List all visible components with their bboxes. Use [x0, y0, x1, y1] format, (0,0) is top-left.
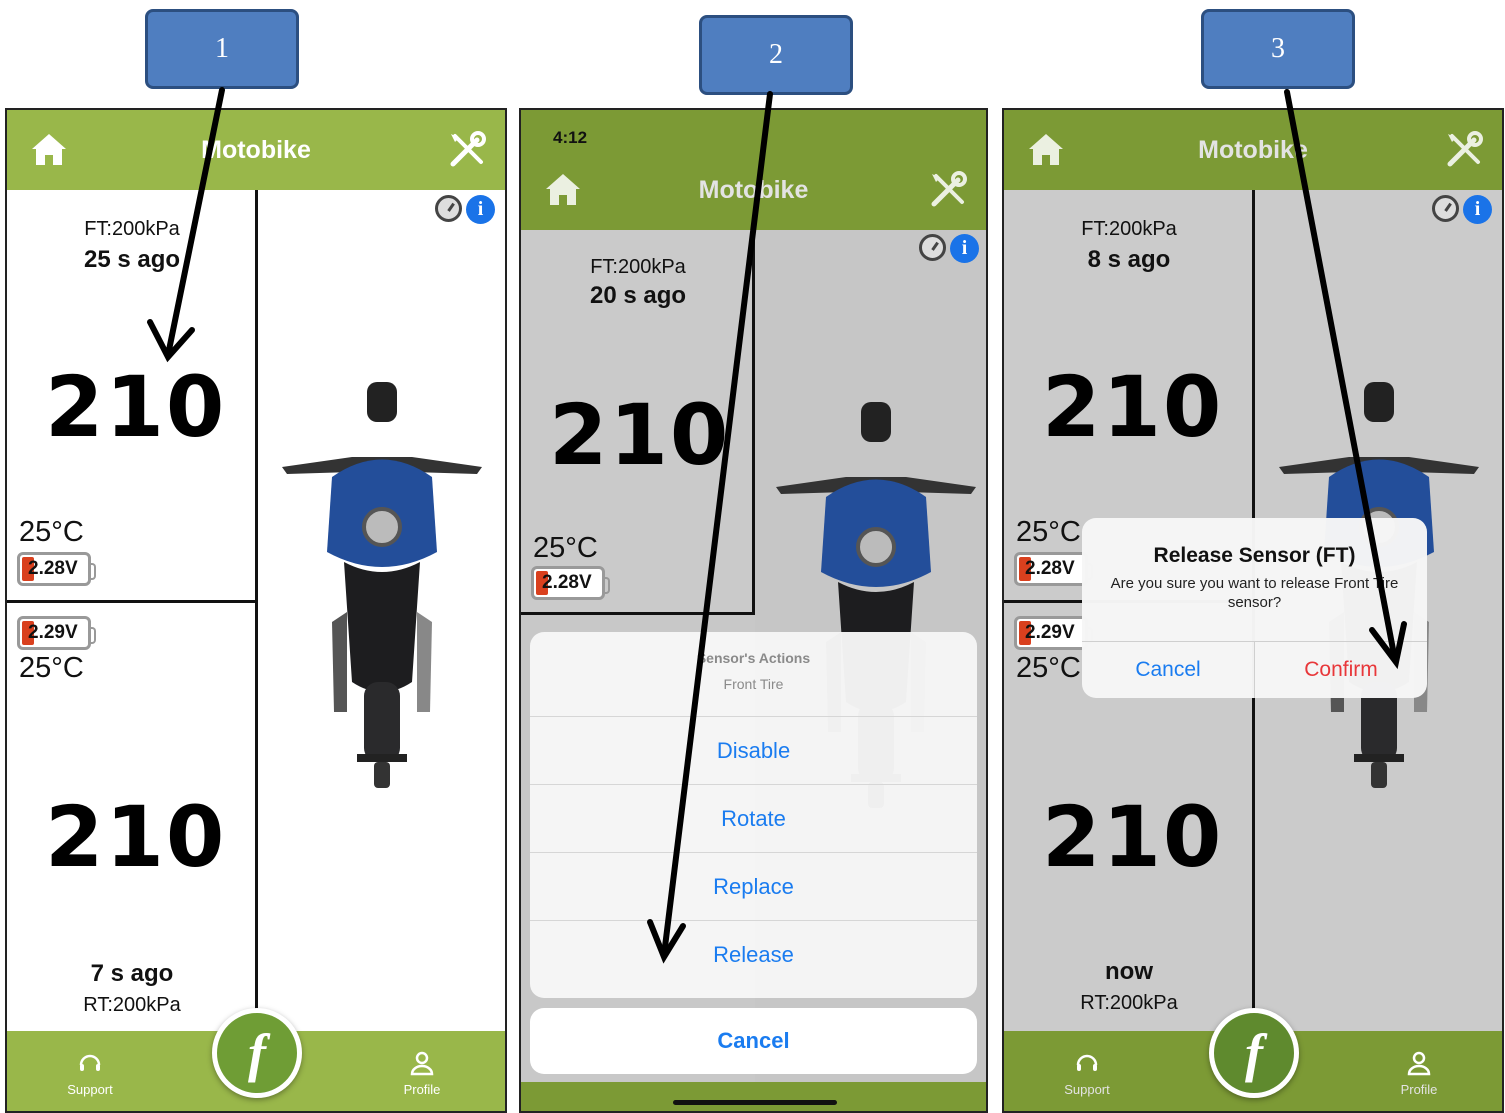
support-tab[interactable]: Support: [45, 1050, 135, 1097]
gauge-icon[interactable]: [919, 234, 946, 261]
rear-pressure-value: 210: [1042, 788, 1224, 886]
person-icon: [1406, 1050, 1432, 1076]
rear-voltage: 2.29V: [28, 622, 78, 643]
step-number: 1: [215, 33, 229, 64]
front-last-seen: 20 s ago: [589, 282, 687, 309]
gauge-icon[interactable]: [1432, 195, 1459, 222]
gauge-icon[interactable]: [435, 195, 462, 222]
step-3-box: 3: [1201, 9, 1355, 89]
top-bar: Motobike: [521, 150, 986, 230]
front-battery: 2.28V: [17, 552, 96, 586]
step-2-box: 2: [699, 15, 853, 95]
sheet-message: Front Tire: [723, 676, 784, 692]
alert-title: Release Sensor (FT): [1153, 544, 1356, 567]
disable-button[interactable]: Disable: [530, 716, 977, 784]
headset-icon: [1074, 1050, 1100, 1076]
rotate-button[interactable]: Rotate: [530, 784, 977, 852]
header-icons: i: [435, 195, 495, 224]
front-temperature: 25°C: [1016, 516, 1081, 548]
front-voltage: 2.28V: [1025, 558, 1075, 579]
home-icon[interactable]: [543, 170, 583, 210]
action-sheet: Sensor's Actions Front Tire Disable Rota…: [530, 632, 977, 998]
front-voltage: 2.28V: [28, 558, 78, 579]
app-title: Motobike: [1198, 135, 1308, 164]
rear-last-seen: now: [1105, 958, 1153, 985]
clock-time: 4:12: [553, 128, 588, 147]
headset-icon: [77, 1050, 103, 1076]
step-number: 3: [1271, 33, 1285, 64]
status-bar: 4:12: [521, 110, 986, 150]
top-bar: Motobike: [7, 110, 505, 190]
home-icon[interactable]: [29, 130, 69, 170]
front-last-seen: 25 s ago: [83, 246, 181, 273]
rear-battery: 2.29V: [17, 616, 96, 650]
front-sensor-label: FT:200kPa: [1081, 218, 1177, 240]
header-icons: i: [919, 234, 979, 263]
front-pressure-value: 210: [45, 358, 227, 456]
rear-pressure-value: 210: [45, 788, 227, 886]
support-label: Support: [1064, 1082, 1110, 1097]
top-bar: Motobike: [1004, 110, 1502, 190]
fab-logo-button[interactable]: f: [212, 1008, 302, 1098]
person-icon: [409, 1050, 435, 1076]
info-icon[interactable]: i: [466, 195, 495, 224]
release-button[interactable]: Release: [530, 920, 977, 988]
front-voltage: 2.28V: [542, 572, 592, 593]
rear-battery: 2.29V: [1014, 616, 1093, 650]
rear-last-seen: 7 s ago: [90, 960, 174, 987]
profile-label: Profile: [403, 1082, 441, 1097]
sheet-cancel-button[interactable]: Cancel: [530, 1008, 977, 1074]
tools-icon[interactable]: [928, 170, 968, 210]
bottom-bar: [521, 1082, 986, 1111]
rear-sensor-label: RT:200kPa: [83, 994, 181, 1016]
profile-tab[interactable]: Profile: [1374, 1050, 1464, 1097]
alert-confirm-button[interactable]: Confirm: [1255, 642, 1427, 698]
rear-temperature: 25°C: [19, 652, 84, 684]
alert-cancel-button[interactable]: Cancel: [1082, 642, 1255, 698]
front-sensor-label: FT:200kPa: [590, 256, 686, 278]
replace-button[interactable]: Replace: [530, 852, 977, 920]
alert-message: Are you sure you want to release Front T…: [1110, 575, 1399, 611]
front-pressure-value: 210: [1042, 358, 1224, 456]
rear-temperature: 25°C: [1016, 652, 1081, 684]
profile-label: Profile: [1400, 1082, 1438, 1097]
support-tab[interactable]: Support: [1042, 1050, 1132, 1097]
front-temperature: 25°C: [533, 532, 598, 564]
home-indicator: [673, 1100, 837, 1105]
release-confirm-alert: Release Sensor (FT) Are you sure you wan…: [1082, 518, 1427, 698]
tools-icon[interactable]: [1444, 130, 1484, 170]
home-icon[interactable]: [1026, 130, 1066, 170]
info-icon[interactable]: i: [1463, 195, 1492, 224]
phone-screen-2: 4:12 Motobike i FT:200kPa 20 s ago 210 2…: [519, 108, 988, 1113]
motorcycle-image: [272, 382, 492, 792]
phone-screen-1: Motobike i FT:200kPa 25 s ago 210 25°C 2…: [5, 108, 507, 1113]
sheet-title: Sensor's Actions: [696, 650, 811, 666]
fab-logo-button[interactable]: f: [1209, 1008, 1299, 1098]
rear-sensor-label: RT:200kPa: [1080, 992, 1178, 1014]
front-temperature: 25°C: [19, 516, 84, 548]
tools-icon[interactable]: [447, 130, 487, 170]
alert-button-row: Cancel Confirm: [1082, 641, 1427, 698]
front-sensor-label: FT:200kPa: [84, 218, 180, 240]
front-battery: 2.28V: [1014, 552, 1093, 586]
front-last-seen: 8 s ago: [1087, 246, 1171, 273]
phone-screen-3: Motobike i FT:200kPa 8 s ago 210 25°C 2.…: [1002, 108, 1504, 1113]
app-title: Motobike: [698, 175, 809, 204]
front-pressure-value: 210: [549, 386, 731, 484]
support-label: Support: [67, 1082, 113, 1097]
profile-tab[interactable]: Profile: [377, 1050, 467, 1097]
header-icons: i: [1432, 195, 1492, 224]
info-icon[interactable]: i: [950, 234, 979, 263]
front-battery: 2.28V: [531, 566, 610, 600]
rear-voltage: 2.29V: [1025, 622, 1075, 643]
app-title: Motobike: [201, 135, 311, 164]
step-1-box: 1: [145, 9, 299, 89]
step-number: 2: [769, 39, 783, 70]
